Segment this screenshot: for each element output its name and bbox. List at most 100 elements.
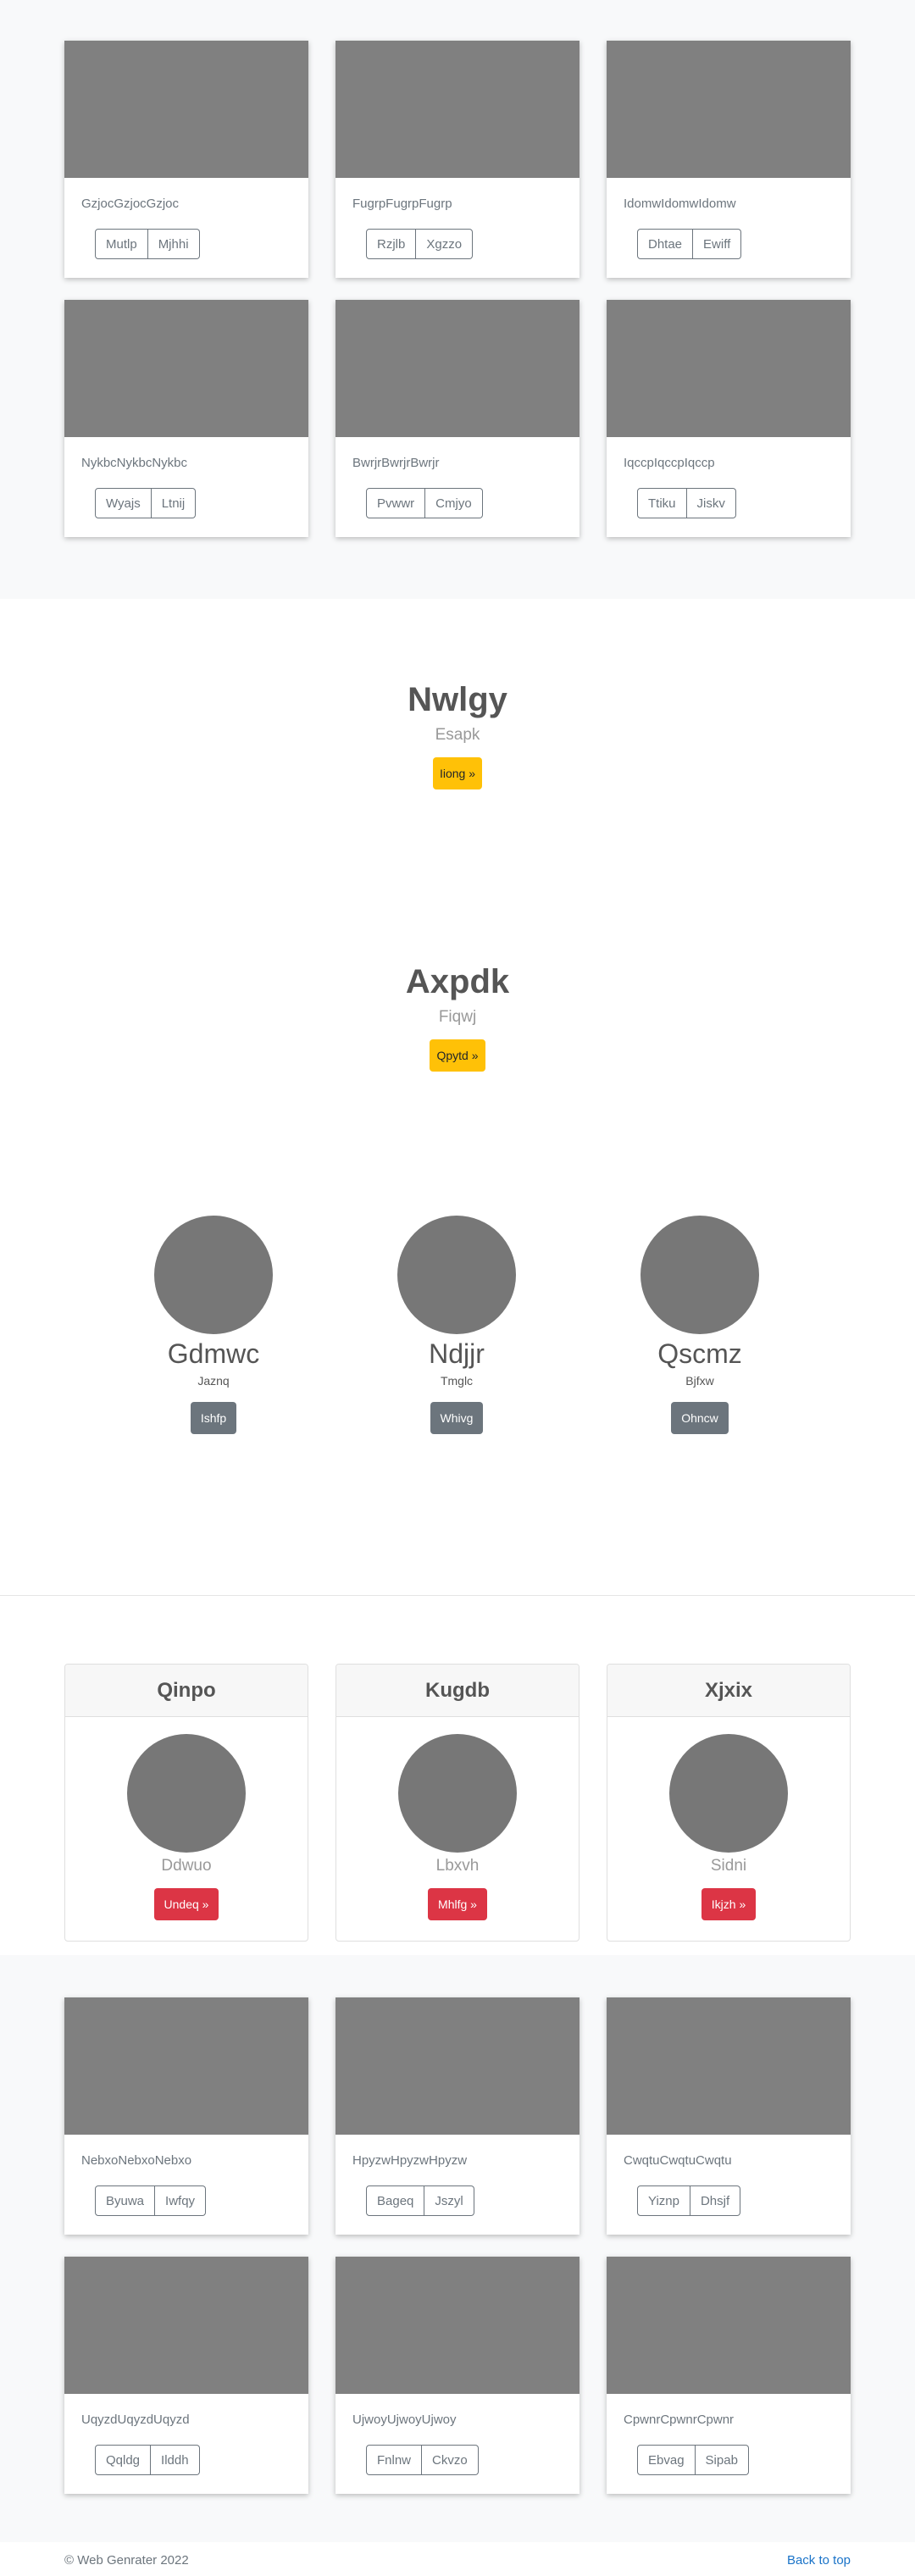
pricing-card-name: Ddwuo bbox=[161, 1857, 212, 1875]
avatar-placeholder bbox=[669, 1734, 788, 1853]
team-member-name: Ndjjr bbox=[429, 1338, 485, 1369]
card-button-right[interactable]: Jszyl bbox=[424, 2185, 474, 2216]
album-card: NebxoNebxoNebxo Byuwa Iwfqy bbox=[64, 1997, 308, 2235]
team-member-button[interactable]: Ishfp bbox=[190, 1402, 237, 1434]
pricing-card-header: Qinpo bbox=[65, 1665, 308, 1717]
card-button-group: Qqldg Ilddh bbox=[95, 2445, 200, 2475]
hero-title: Nwlgy bbox=[408, 681, 507, 718]
album-card: GzjocGzjocGzjoc Mutlp Mjhhi bbox=[64, 41, 308, 278]
pricing-section: Qinpo Ddwuo Undeq » Kugdb Lbxvh Mhlfg » … bbox=[64, 1664, 851, 1942]
team-member: Qscmz Bjfxw Ohncw bbox=[598, 1216, 801, 1434]
album-card: HpyzwHpyzwHpyzw Bageq Jszyl bbox=[336, 1997, 580, 2235]
card-button-left[interactable]: Yiznp bbox=[637, 2185, 690, 2216]
pricing-card-header: Xjxix bbox=[607, 1665, 850, 1717]
pricing-card: Qinpo Ddwuo Undeq » bbox=[64, 1664, 308, 1942]
card-button-group: Fnlnw Ckvzo bbox=[366, 2445, 479, 2475]
card-button-left[interactable]: Mutlp bbox=[95, 229, 148, 259]
card-button-right[interactable]: Jiskv bbox=[686, 488, 736, 518]
back-to-top-link[interactable]: Back to top bbox=[787, 2553, 851, 2568]
card-button-right[interactable]: Iwfqy bbox=[155, 2185, 207, 2216]
album-card: CpwnrCpwnrCpwnr Ebvag Sipab bbox=[607, 2257, 851, 2494]
card-button-group: Rzjlb Xgzzo bbox=[366, 229, 474, 259]
card-button-right[interactable]: Mjhhi bbox=[147, 229, 200, 259]
hero-section-2: Axpdk Fiqwj Qpytd » bbox=[0, 961, 915, 1072]
pricing-card-header: Kugdb bbox=[336, 1665, 579, 1717]
section-divider bbox=[0, 1595, 915, 1596]
pricing-card: Xjxix Sidni Ikjzh » bbox=[607, 1664, 851, 1942]
card-button-right[interactable]: Dhsjf bbox=[690, 2185, 741, 2216]
card-image-placeholder bbox=[336, 1997, 580, 2135]
card-text: UjwoyUjwoyUjwoy bbox=[352, 2413, 457, 2427]
album-card: UqyzdUqyzdUqyzd Qqldg Ilddh bbox=[64, 2257, 308, 2494]
team-member-button[interactable]: Whivg bbox=[430, 1402, 484, 1434]
card-image-placeholder bbox=[336, 2257, 580, 2394]
card-button-left[interactable]: Ebvag bbox=[637, 2445, 696, 2475]
album-grid: NebxoNebxoNebxo Byuwa Iwfqy HpyzwHpyzwHp… bbox=[64, 1997, 851, 2494]
hero-section-1: Nwlgy Esapk Iiong » bbox=[0, 679, 915, 789]
hero-button[interactable]: Iiong » bbox=[432, 757, 483, 789]
avatar-placeholder bbox=[127, 1734, 246, 1853]
hero-title: Axpdk bbox=[405, 963, 510, 1000]
card-button-group: Bageq Jszyl bbox=[366, 2185, 474, 2216]
card-text: BwrjrBwrjrBwrjr bbox=[352, 456, 440, 470]
card-button-group: Ebvag Sipab bbox=[637, 2445, 749, 2475]
card-button-left[interactable]: Bageq bbox=[366, 2185, 425, 2216]
card-image-placeholder bbox=[336, 300, 580, 437]
card-button-left[interactable]: Ttiku bbox=[637, 488, 687, 518]
card-text: CwqtuCwqtuCwqtu bbox=[624, 2153, 732, 2168]
pricing-card-button[interactable]: Ikjzh » bbox=[701, 1888, 757, 1920]
card-button-left[interactable]: Qqldg bbox=[95, 2445, 152, 2475]
card-text: HpyzwHpyzwHpyzw bbox=[352, 2153, 468, 2168]
pricing-card-button[interactable]: Undeq » bbox=[153, 1888, 219, 1920]
card-text: NykbcNykbcNykbc bbox=[81, 456, 188, 470]
album-card: CwqtuCwqtuCwqtu Yiznp Dhsjf bbox=[607, 1997, 851, 2235]
card-text: CpwnrCpwnrCpwnr bbox=[624, 2413, 735, 2427]
card-button-left[interactable]: Dhtae bbox=[637, 229, 694, 259]
card-button-group: Yiznp Dhsjf bbox=[637, 2185, 741, 2216]
card-button-group: Dhtae Ewiff bbox=[637, 229, 742, 259]
card-button-right[interactable]: Ltnij bbox=[151, 488, 197, 518]
album-section-bottom: NebxoNebxoNebxo Byuwa Iwfqy HpyzwHpyzwHp… bbox=[0, 1955, 915, 2542]
footer: © Web Genrater 2022 Back to top bbox=[64, 2553, 851, 2572]
pricing-card-name: Lbxvh bbox=[435, 1857, 480, 1875]
card-text: FugrpFugrpFugrp bbox=[352, 197, 452, 211]
team-member-button[interactable]: Ohncw bbox=[671, 1402, 729, 1434]
card-image-placeholder bbox=[64, 2257, 308, 2394]
album-card: FugrpFugrpFugrp Rzjlb Xgzzo bbox=[336, 41, 580, 278]
pricing-card-button[interactable]: Mhlfg » bbox=[428, 1888, 487, 1920]
avatar-placeholder bbox=[398, 1734, 517, 1853]
album-card: BwrjrBwrjrBwrjr Pvwwr Cmjyo bbox=[336, 300, 580, 537]
card-text: IqccpIqccpIqccp bbox=[624, 456, 715, 470]
card-button-right[interactable]: Cmjyo bbox=[425, 488, 483, 518]
card-text: UqyzdUqyzdUqyzd bbox=[81, 2413, 190, 2427]
album-card: NykbcNykbcNykbc Wyajs Ltnij bbox=[64, 300, 308, 537]
card-button-left[interactable]: Rzjlb bbox=[366, 229, 417, 259]
album-grid: GzjocGzjocGzjoc Mutlp Mjhhi FugrpFugrpFu… bbox=[64, 41, 851, 537]
team-section: Gdmwc Jaznq Ishfp Ndjjr Tmglc Whivg Qscm… bbox=[0, 1216, 915, 1444]
card-image-placeholder bbox=[64, 300, 308, 437]
team-member-role: Jaznq bbox=[197, 1374, 230, 1388]
card-text: GzjocGzjocGzjoc bbox=[81, 197, 180, 211]
card-button-left[interactable]: Fnlnw bbox=[366, 2445, 423, 2475]
card-button-left[interactable]: Pvwwr bbox=[366, 488, 426, 518]
avatar-placeholder bbox=[640, 1216, 759, 1334]
card-button-left[interactable]: Byuwa bbox=[95, 2185, 156, 2216]
card-button-right[interactable]: Ilddh bbox=[151, 2445, 200, 2475]
hero-button[interactable]: Qpytd » bbox=[430, 1039, 485, 1072]
footer-copyright: © Web Genrater 2022 bbox=[64, 2553, 189, 2568]
card-text: IdomwIdomwIdomw bbox=[624, 197, 736, 211]
avatar-placeholder bbox=[397, 1216, 516, 1334]
card-button-group: Wyajs Ltnij bbox=[95, 488, 197, 518]
card-image-placeholder bbox=[607, 300, 851, 437]
card-button-right[interactable]: Xgzzo bbox=[416, 229, 474, 259]
card-button-group: Mutlp Mjhhi bbox=[95, 229, 200, 259]
card-button-right[interactable]: Sipab bbox=[695, 2445, 749, 2475]
team-member-name: Gdmwc bbox=[167, 1338, 260, 1369]
card-image-placeholder bbox=[64, 1997, 308, 2135]
card-button-left[interactable]: Wyajs bbox=[95, 488, 152, 518]
card-button-right[interactable]: Ewiff bbox=[693, 229, 742, 259]
team-member-role: Tmglc bbox=[440, 1374, 474, 1388]
card-button-right[interactable]: Ckvzo bbox=[422, 2445, 479, 2475]
card-button-group: Byuwa Iwfqy bbox=[95, 2185, 207, 2216]
card-image-placeholder bbox=[607, 2257, 851, 2394]
